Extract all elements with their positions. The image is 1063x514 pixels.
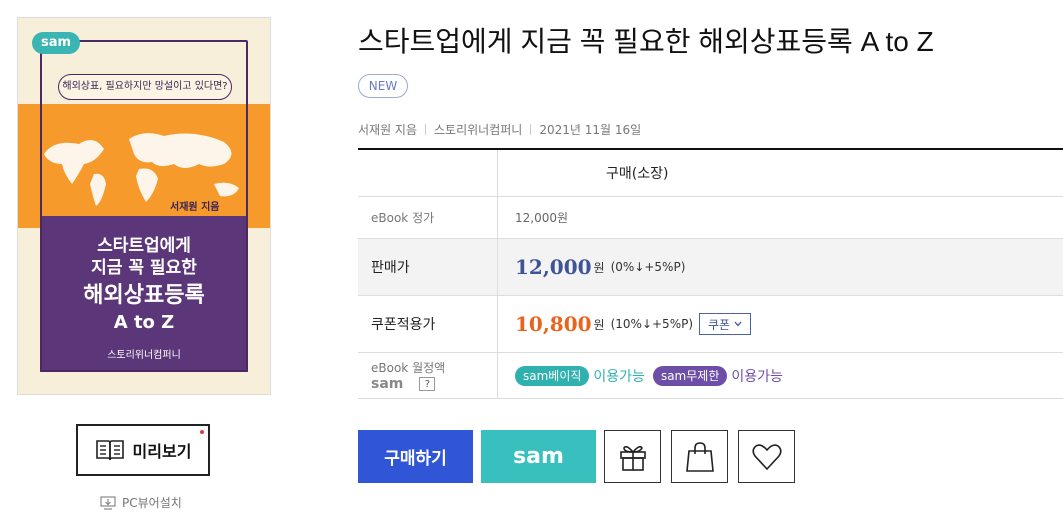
chevron-down-icon [734,321,742,327]
sam-button[interactable]: sam [481,430,596,483]
sam-basic-badge: sam베이직 [515,365,590,386]
cover-ribbon: 해외상표, 필요하지만 망설이고 있다면? [58,74,232,100]
ebook-price-row: eBook 정가 12,000원 [358,197,1063,239]
book-meta: 서재원 지음 스토리위너컴퍼니 2021년 11월 16일 [358,121,641,138]
coupon-price-label: 쿠폰적용가 [358,296,498,352]
coupon-price-row: 쿠폰적용가 10,800 원 (10%↓+5%P) 쿠폰 [358,296,1063,353]
book-title: 스타트업에게 지금 꼭 필요한 해외상표등록 A to Z [358,26,934,57]
ebook-price-label: eBook 정가 [358,197,498,238]
cart-button[interactable] [671,430,728,483]
price-table: 구매(소장) eBook 정가 12,000원 판매가 12,000 원 (0%… [358,148,1063,399]
sale-price-row: 판매가 12,000 원 (0%↓+5%P) [358,239,1063,296]
sam-unlimited-status: 이용가능 [731,368,783,385]
sale-price-label: 판매가 [358,239,498,295]
shopping-bag-icon [685,441,714,472]
sale-price-rate: (0%↓+5%P) [610,260,686,274]
wishlist-button[interactable] [738,430,795,483]
coupon-price-won: 원 [593,317,605,332]
pc-viewer-label: PC뷰어설치 [122,496,182,510]
cover-title-line1: 스타트업에게 [97,236,191,256]
meta-divider [530,124,532,135]
cover-author: 서재원 지음 [170,202,220,213]
sale-price-value: 12,000 [515,255,592,279]
monthly-plan-row: eBook 월정액 sam ? sam베이직 이용가능 sam무제한 이용가능 [358,353,1063,399]
ebook-price-value: 12,000원 [515,211,569,225]
coupon-button-label: 쿠폰 [708,317,731,332]
sale-price-cell: 12,000 원 (0%↓+5%P) [498,239,1063,295]
download-icon [100,495,116,510]
sale-price-won: 원 [593,260,605,275]
monthly-sam-logo: sam [371,376,404,392]
coupon-price-value: 10,800 [515,312,592,336]
heart-icon [751,443,782,470]
coupon-price-cell: 10,800 원 (10%↓+5%P) 쿠폰 [498,296,1063,352]
cover-sam-badge: sam [32,32,80,54]
author-link[interactable]: 서재원 지음 [358,121,417,138]
coupon-price-rate: (10%↓+5%P) [610,317,694,331]
publisher-link[interactable]: 스토리위너컴퍼니 [434,121,522,138]
sam-basic-status: 이용가능 [593,368,645,385]
help-icon[interactable]: ? [419,377,436,391]
coupon-button[interactable]: 쿠폰 [699,313,752,335]
gift-button[interactable] [604,430,661,483]
book-cover[interactable]: sam 해외상표, 필요하지만 망설이고 있다면? 서재원 지음 스타트업에게 … [17,17,271,395]
new-dot-indicator [200,430,204,434]
book-open-icon [95,440,124,461]
preview-label: 미리보기 [132,442,192,461]
pc-viewer-install-link[interactable]: PC뷰어설치 [100,494,182,511]
preview-button[interactable]: 미리보기 [76,424,210,476]
monthly-plan-cell: sam베이직 이용가능 sam무제한 이용가능 [498,353,1063,398]
gift-icon [619,445,646,471]
monthly-plan-header: eBook 월정액 sam ? [358,353,498,398]
monthly-plan-label: eBook 월정액 [371,361,446,375]
meta-divider [425,124,427,135]
cover-title-line3: 해외상표등록 [83,283,205,308]
buy-button[interactable]: 구매하기 [358,430,473,483]
price-table-header-row: 구매(소장) [358,150,1063,197]
sam-unlimited-badge: sam무제한 [652,365,728,386]
cover-title-line2: 지금 꼭 필요한 [91,258,197,278]
price-table-header-empty [358,150,498,196]
cover-title-line4: A to Z [113,312,175,333]
purchase-column-header: 구매(소장) [606,166,669,182]
cover-publisher: 스토리위너컴퍼니 [107,350,181,361]
publish-date: 2021년 11월 16일 [539,123,642,137]
new-badge: NEW [358,74,408,98]
